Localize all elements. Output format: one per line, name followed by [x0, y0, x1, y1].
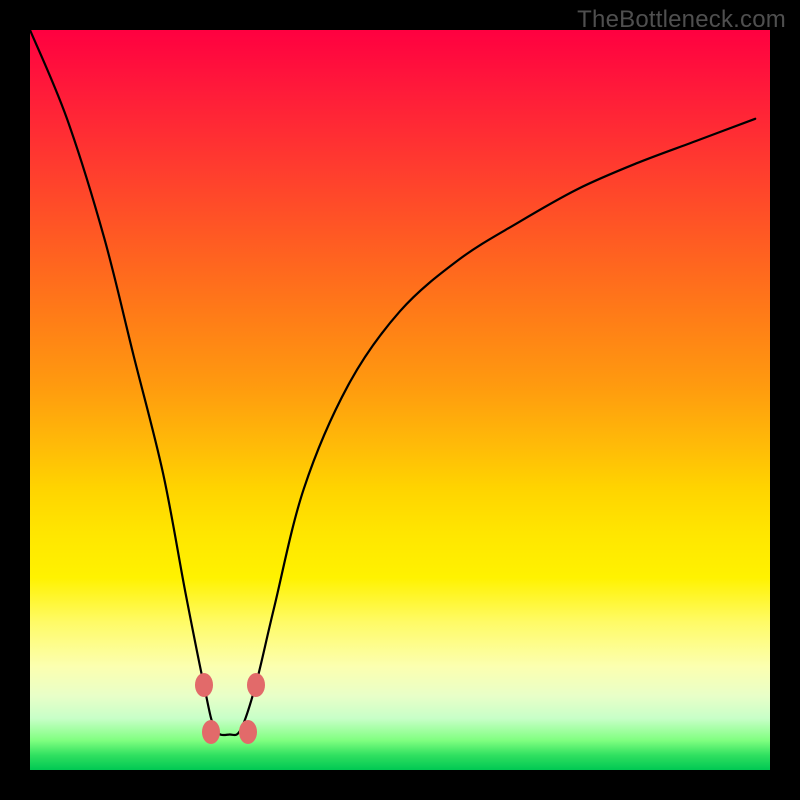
curve-marker [239, 720, 257, 744]
curve-marker [202, 720, 220, 744]
chart-stage: TheBottleneck.com [0, 0, 800, 800]
bottleneck-curve [30, 30, 770, 770]
curve-path [30, 30, 755, 735]
plot-area [30, 30, 770, 770]
curve-marker [247, 673, 265, 697]
curve-marker [195, 673, 213, 697]
